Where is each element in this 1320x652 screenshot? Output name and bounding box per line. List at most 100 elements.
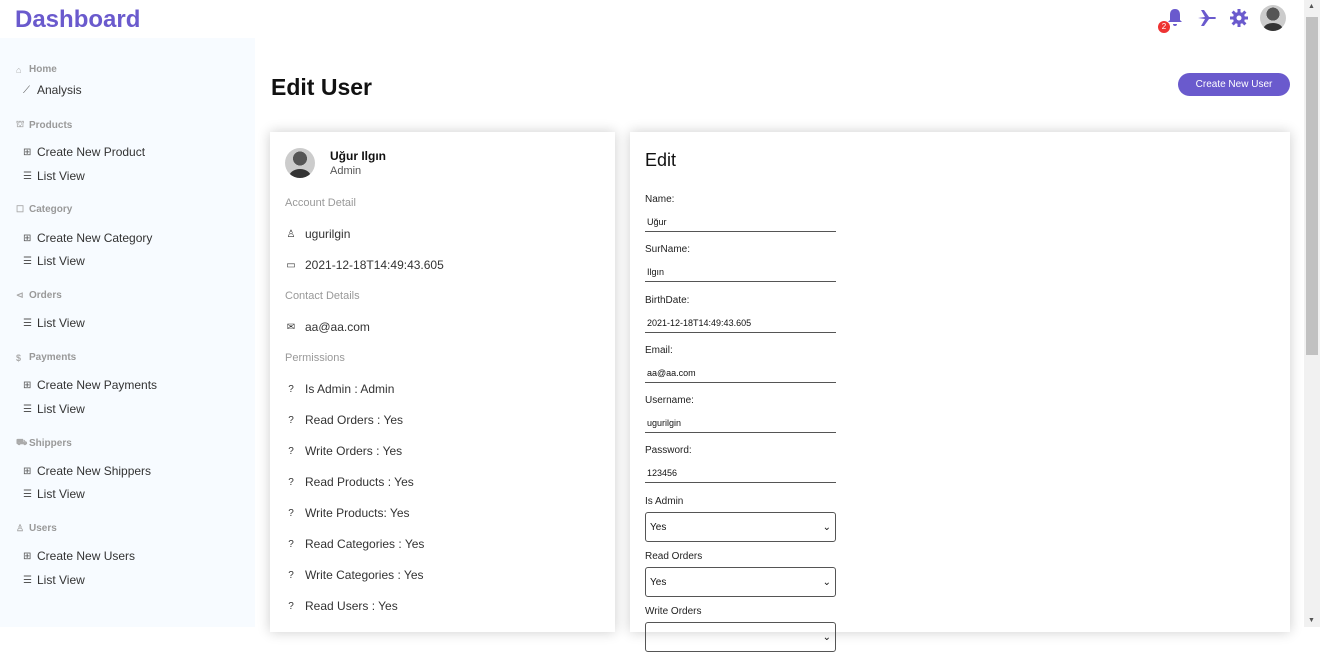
surname-input[interactable]	[645, 262, 836, 282]
permission-row: ? Write Products: Yes	[285, 506, 409, 520]
password-label: Password:	[645, 445, 692, 456]
trend-icon: ⟋	[23, 84, 30, 96]
question-icon: ?	[288, 600, 294, 612]
name-input[interactable]	[645, 212, 836, 232]
birthdate-input[interactable]	[645, 313, 836, 333]
person-icon: ♙	[286, 228, 296, 240]
read-orders-select[interactable]: Yes ⌄	[645, 567, 836, 597]
sidebar-item-payments-list[interactable]: ☰ List View	[23, 402, 85, 416]
home-icon: ⌂	[16, 64, 22, 75]
username-label: Username:	[645, 395, 694, 406]
user-icon: ♙	[16, 523, 25, 533]
sidebar-section-payments: $ Payments	[16, 352, 77, 363]
question-icon: ?	[288, 414, 294, 426]
sidebar-item-create-category[interactable]: ⊞ Create New Category	[23, 231, 152, 245]
permission-row: ? Read Products : Yes	[285, 475, 414, 489]
settings-gear-icon[interactable]	[1228, 7, 1250, 29]
permission-row: ? Read Orders : Yes	[285, 413, 403, 427]
is-admin-select[interactable]: Yes ⌄	[645, 512, 836, 542]
main-content: Edit User Create New User Uğur Ilgın Adm…	[255, 38, 1304, 652]
permission-row: ? Read Categories : Yes	[285, 537, 424, 551]
sidebar-section-products: ⛫ Products	[16, 119, 73, 131]
question-icon: ?	[288, 569, 294, 581]
question-icon: ?	[288, 538, 294, 550]
sidebar-item-create-product[interactable]: ⊞ Create New Product	[23, 145, 145, 159]
read-orders-label: Read Orders	[645, 551, 703, 562]
app-logo[interactable]: Dashboard	[15, 6, 140, 34]
list-icon: ☰	[23, 255, 32, 267]
date-row: ▭ 2021-12-18T14:49:43.605	[286, 258, 444, 272]
calendar-icon: ▭	[286, 259, 296, 271]
page-scrollbar[interactable]: ▲ ▼	[1304, 0, 1320, 627]
username-input[interactable]	[645, 413, 836, 433]
email-label: Email:	[645, 345, 673, 356]
chevron-down-icon: ⌄	[822, 576, 831, 588]
grid-icon: ⊞	[23, 550, 32, 562]
sidebar-item-orders-list[interactable]: ☰ List View	[23, 316, 85, 330]
question-icon: ?	[288, 445, 294, 457]
surname-label: SurName:	[645, 244, 691, 255]
sidebar-section-home: ⌂ Home	[16, 64, 57, 75]
user-edit-card: Edit Name: SurName: BirthDate: Email: Us…	[630, 132, 1290, 652]
permission-row: ? Read Users : Yes	[285, 599, 398, 613]
permission-row: ? Write Orders : Yes	[285, 444, 402, 458]
user-avatar[interactable]	[1260, 5, 1286, 31]
write-orders-label: Write Orders	[645, 606, 702, 617]
chevron-down-icon: ⌄	[822, 631, 831, 643]
user-role: Admin	[330, 165, 362, 177]
sidebar: ⌂ Home ⟋ Analysis ⛫ Products ⊞ Create New Pr…	[0, 38, 255, 627]
question-icon: ?	[288, 476, 294, 488]
scroll-thumb[interactable]	[1306, 17, 1318, 355]
sidebar-section-users: ♙ Users	[16, 523, 57, 534]
grid-icon: ⊞	[23, 379, 32, 391]
question-icon: ?	[288, 383, 294, 395]
grid-icon: ⊞	[23, 232, 32, 244]
sidebar-item-category-list[interactable]: ☰ List View	[23, 254, 85, 268]
basket-icon: ⛫	[16, 119, 25, 129]
sidebar-item-users-list[interactable]: ☰ List View	[23, 573, 85, 587]
user-show-card: Uğur Ilgın Admin Account Detail ♙ ugurilg…	[270, 132, 615, 632]
username-row: ♙ ugurilgin	[286, 227, 351, 241]
list-icon: ☰	[23, 574, 32, 586]
list-icon: ☰	[23, 488, 32, 500]
mail-icon: ✉	[286, 321, 296, 333]
is-admin-label: Is Admin	[645, 496, 684, 507]
name-label: Name:	[645, 194, 675, 205]
scroll-up-icon[interactable]: ▲	[1308, 3, 1315, 10]
truck-icon: ⛟	[16, 437, 28, 447]
sidebar-item-create-payments[interactable]: ⊞ Create New Payments	[23, 378, 157, 392]
chevron-down-icon: ⌄	[822, 521, 831, 533]
megaphone-icon: ⊲	[16, 290, 24, 300]
permission-row: ? Is Admin : Admin	[285, 382, 394, 396]
email-row: ✉ aa@aa.com	[286, 320, 370, 334]
list-icon: ☰	[23, 317, 32, 329]
sidebar-item-create-shippers[interactable]: ⊞ Create New Shippers	[23, 464, 151, 478]
sidebar-section-category: ☐ Category	[16, 204, 73, 215]
sidebar-item-product-list[interactable]: ☰ List View	[23, 169, 85, 183]
permission-row: ? Write Categories : Yes	[285, 568, 423, 582]
list-icon: ☰	[23, 403, 32, 415]
notification-badge: 2	[1158, 21, 1170, 33]
sidebar-section-shippers: ⛟ Shippers	[16, 437, 72, 449]
page-title: Edit User	[271, 74, 372, 100]
notification-bell-icon[interactable]: 2	[1158, 7, 1186, 33]
create-new-user-button[interactable]: Create New User	[1178, 73, 1290, 96]
sidebar-item-analysis[interactable]: ⟋ Analysis	[23, 83, 82, 97]
scroll-down-icon[interactable]: ▼	[1308, 617, 1315, 624]
contact-details-title: Contact Details	[285, 290, 360, 302]
top-icons: 2	[1158, 5, 1286, 33]
grid-icon: ⊞	[23, 146, 32, 158]
grid-icon: ⊞	[23, 465, 32, 477]
account-detail-title: Account Detail	[285, 197, 356, 209]
user-name: Uğur Ilgın	[330, 149, 386, 163]
question-icon: ?	[288, 507, 294, 519]
user-avatar-large	[285, 148, 315, 178]
birthdate-label: BirthDate:	[645, 295, 690, 306]
list-icon: ☰	[23, 170, 32, 182]
email-input[interactable]	[645, 363, 836, 383]
sidebar-item-create-users[interactable]: ⊞ Create New Users	[23, 549, 135, 563]
sidebar-item-shippers-list[interactable]: ☰ List View	[23, 487, 85, 501]
airplane-icon[interactable]	[1196, 7, 1218, 29]
sidebar-section-orders: ⊲ Orders	[16, 290, 62, 301]
password-input[interactable]	[645, 463, 836, 483]
